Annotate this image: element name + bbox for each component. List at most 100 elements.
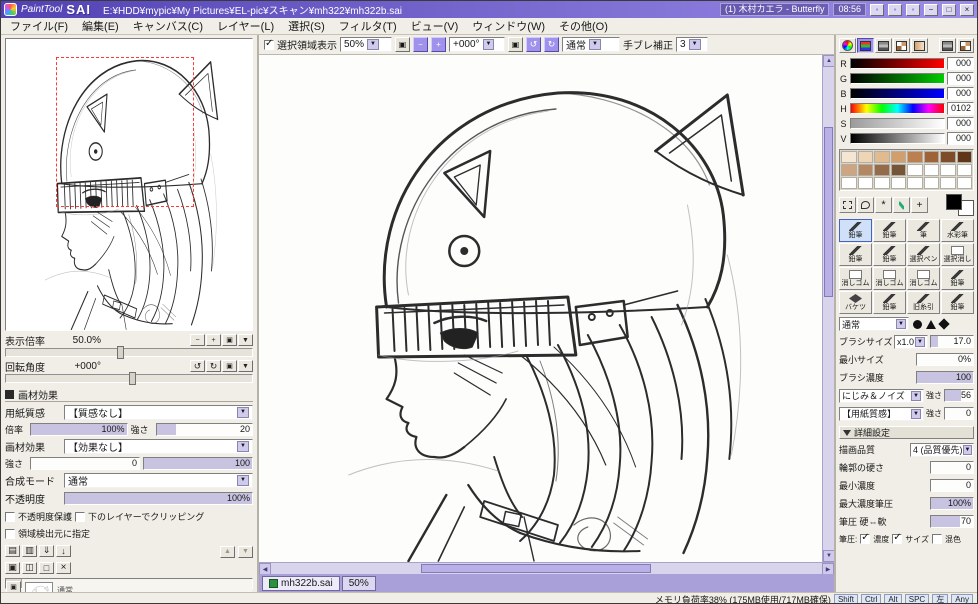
blue-channel-value[interactable]: 000 xyxy=(947,87,974,100)
shift-key-indicator[interactable]: Shift xyxy=(833,593,858,603)
blend-mode-dropdown[interactable]: 通常 xyxy=(64,473,253,488)
brush-button[interactable]: 消しゴム xyxy=(839,267,872,290)
brush-button[interactable]: 消しゴム xyxy=(907,267,940,290)
color-swatch[interactable] xyxy=(907,164,923,176)
color-swatch[interactable] xyxy=(841,151,857,163)
saturation-channel-slider[interactable] xyxy=(850,118,945,129)
menu-filter[interactable]: フィルタ(T) xyxy=(332,17,404,35)
paper-strength-bar[interactable]: 0 xyxy=(944,407,974,420)
red-channel-slider[interactable] xyxy=(850,58,945,69)
effect-extra-bar[interactable]: 100 xyxy=(143,457,253,470)
titlebar-extra-button[interactable] xyxy=(888,3,902,16)
green-channel-slider[interactable] xyxy=(850,73,945,84)
move-layer-down-button[interactable] xyxy=(238,545,253,558)
min-size-bar[interactable]: 0% xyxy=(916,353,974,366)
zoom-in-button[interactable] xyxy=(206,334,221,346)
move-tool-button[interactable] xyxy=(911,197,928,213)
rotate-cw-button[interactable] xyxy=(206,360,221,372)
zoom-fit-button[interactable] xyxy=(238,334,253,346)
brush-tip-circle-icon[interactable] xyxy=(913,319,922,329)
show-selection-checkbox[interactable] xyxy=(264,38,274,50)
brush-tip-diamond-icon[interactable] xyxy=(938,318,950,330)
color-swatch[interactable] xyxy=(940,164,956,176)
lasso-tool-button[interactable] xyxy=(857,197,874,213)
brush-button[interactable]: 鉛筆 xyxy=(839,219,872,242)
brush-size-bar[interactable]: 17.0 xyxy=(930,335,974,348)
rect-select-tool-button[interactable] xyxy=(839,197,856,213)
brush-button[interactable]: 鉛筆 xyxy=(873,219,906,242)
color-swatch[interactable] xyxy=(841,164,857,176)
rotate-reset-button[interactable] xyxy=(508,37,523,52)
brush-button[interactable]: 選択消し xyxy=(941,243,974,266)
copy-layer-button[interactable] xyxy=(5,561,20,574)
paint-effect-icon[interactable] xyxy=(6,580,21,592)
color-swatch[interactable] xyxy=(874,164,890,176)
vertical-scrollbar-thumb[interactable] xyxy=(824,127,833,297)
brush-density-bar[interactable]: 100 xyxy=(916,371,974,384)
zoom-reset-button[interactable] xyxy=(395,37,410,52)
hue-channel-value[interactable]: 0102 xyxy=(947,102,974,115)
paper-texture-dropdown[interactable]: 【用紙質感】 xyxy=(839,406,924,421)
angle-combo[interactable]: +000° xyxy=(449,37,505,52)
value-channel-value[interactable]: 000 xyxy=(947,132,974,145)
color-swatch[interactable] xyxy=(956,177,972,189)
menu-edit[interactable]: 編集(E) xyxy=(75,17,126,35)
menu-others[interactable]: その他(O) xyxy=(552,17,615,35)
rotate-ccw-button[interactable] xyxy=(526,37,541,52)
new-layer-button[interactable] xyxy=(5,544,20,557)
hsv-sliders-button[interactable] xyxy=(875,38,892,53)
color-swatch[interactable] xyxy=(857,177,873,189)
brush-button[interactable]: 筆 xyxy=(907,219,940,242)
horizontal-scrollbar-thumb[interactable] xyxy=(421,564,651,573)
delete-layer-button[interactable] xyxy=(56,561,71,574)
detail-settings-header[interactable]: 詳細設定 xyxy=(839,426,974,439)
blur-noise-dropdown[interactable]: にじみ＆ノイズ xyxy=(839,388,924,403)
swatches-button[interactable] xyxy=(893,38,910,53)
green-channel-value[interactable]: 000 xyxy=(947,72,974,85)
horizontal-scrollbar[interactable]: ◀ ▶ xyxy=(259,562,834,575)
hue-channel-slider[interactable] xyxy=(850,103,945,114)
paper-texture-dropdown[interactable]: 【質感なし】 xyxy=(64,405,253,420)
brush-tip-triangle-icon[interactable] xyxy=(926,319,936,329)
zoom-combo[interactable]: 50% xyxy=(340,37,392,52)
magic-wand-tool-button[interactable] xyxy=(875,197,892,213)
navigator-view-rectangle[interactable] xyxy=(56,57,194,207)
effect-strength-bar[interactable]: 0 xyxy=(30,457,140,470)
menu-layer[interactable]: レイヤー(L) xyxy=(210,17,281,35)
move-layer-up-button[interactable] xyxy=(219,545,235,558)
rotate-reset-button[interactable] xyxy=(222,360,237,372)
brush-button[interactable]: 旧糸引 xyxy=(907,291,940,314)
zoom-slider[interactable] xyxy=(5,346,253,359)
menu-canvas[interactable]: キャンバス(C) xyxy=(126,17,210,35)
new-layer-folder-button[interactable] xyxy=(22,544,37,557)
brush-size-unit-dropdown[interactable]: x1.0 xyxy=(894,334,928,349)
paper-strength-bar[interactable]: 20 xyxy=(155,423,253,436)
brush-button[interactable]: 鉛筆 xyxy=(941,291,974,314)
eyedropper-tool-button[interactable] xyxy=(893,197,910,213)
flip-button[interactable] xyxy=(238,360,253,372)
scratchpad-button[interactable] xyxy=(939,38,956,53)
color-swatch[interactable] xyxy=(923,151,939,163)
angle-slider-thumb[interactable] xyxy=(129,372,136,385)
zoom-out-button[interactable] xyxy=(413,37,428,52)
maximize-button[interactable] xyxy=(942,3,956,16)
brush-button[interactable]: 鉛筆 xyxy=(839,243,872,266)
blue-channel-slider[interactable] xyxy=(850,88,945,99)
brush-edge-dropdown[interactable]: 通常 xyxy=(839,317,909,331)
color-swatch[interactable] xyxy=(874,151,890,163)
color-swatch[interactable] xyxy=(890,177,906,189)
color-mixer-button[interactable] xyxy=(911,38,928,53)
color-swatch[interactable] xyxy=(857,151,873,163)
titlebar-extra-button[interactable] xyxy=(906,3,920,16)
brush-button[interactable]: 鉛筆 xyxy=(941,267,974,290)
clipping-checkbox[interactable] xyxy=(75,511,86,522)
vertical-scrollbar[interactable]: ▲ ▼ xyxy=(822,55,835,562)
brush-button[interactable]: 鉛筆 xyxy=(873,243,906,266)
pressure-hard-soft-bar[interactable]: 70 xyxy=(930,515,974,528)
menu-view[interactable]: ビュー(V) xyxy=(404,17,466,35)
color-swatch[interactable] xyxy=(940,151,956,163)
zoom-in-button[interactable] xyxy=(431,37,446,52)
value-channel-slider[interactable] xyxy=(850,133,945,144)
color-swatch[interactable] xyxy=(956,151,972,163)
color-swatch[interactable] xyxy=(923,164,939,176)
